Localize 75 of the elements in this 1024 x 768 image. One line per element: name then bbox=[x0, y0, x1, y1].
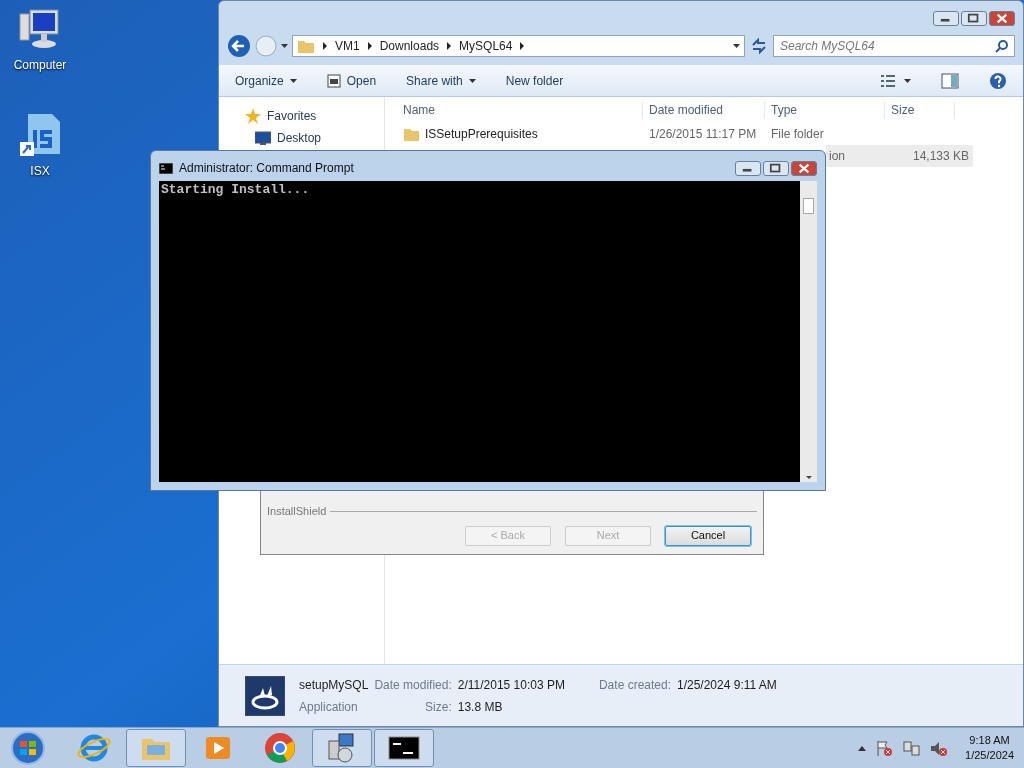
dialog-button[interactable]: Cancel bbox=[665, 525, 751, 546]
search-icon bbox=[995, 39, 1009, 53]
folder-icon bbox=[403, 126, 419, 142]
console-output: Starting Install... bbox=[161, 183, 311, 196]
column-header[interactable]: Date modified bbox=[643, 101, 765, 119]
brand-label: InstallShield bbox=[267, 504, 327, 519]
chrome-icon bbox=[263, 731, 297, 765]
toolbar-button[interactable]: Open bbox=[326, 71, 377, 90]
preview-pane-icon[interactable] bbox=[941, 72, 959, 89]
shortcut-icon[interactable] bbox=[18, 114, 62, 158]
file-type: Application bbox=[299, 698, 359, 716]
column-header[interactable]: Name bbox=[385, 101, 643, 119]
file-row[interactable]: ion 14,133 KB bbox=[826, 145, 973, 167]
view-options-icon[interactable] bbox=[880, 72, 896, 89]
chevron-icon bbox=[323, 42, 327, 50]
field-value: 13.8 MB bbox=[457, 698, 504, 716]
toolbar-button[interactable]: Organize bbox=[235, 71, 297, 90]
field-label: Date modified: bbox=[374, 676, 452, 694]
breadcrumb-item[interactable]: Downloads bbox=[379, 37, 440, 55]
file-date: 1/26/2015 11:17 PM bbox=[649, 127, 757, 141]
network-icon[interactable] bbox=[903, 739, 921, 757]
folder-icon bbox=[297, 38, 315, 54]
field-value: 1/25/2024 9:11 AM bbox=[677, 676, 777, 694]
start-button[interactable] bbox=[10, 730, 46, 766]
close-button[interactable] bbox=[791, 160, 817, 176]
caret-icon bbox=[904, 78, 911, 83]
field-value: 2/11/2015 10:03 PM bbox=[457, 676, 565, 694]
scroll-thumb[interactable] bbox=[803, 198, 814, 214]
caret-icon bbox=[733, 44, 740, 48]
desktop-icon-label[interactable]: Computer bbox=[13, 56, 67, 74]
help-icon[interactable] bbox=[989, 71, 1007, 90]
column-header[interactable]: Type bbox=[765, 101, 885, 119]
file-type: File folder bbox=[771, 127, 824, 141]
address-bar[interactable]: VM1 Downloads MySQL64 bbox=[292, 35, 745, 57]
toolbar-button[interactable]: New folder bbox=[505, 71, 564, 90]
toolbar-button[interactable]: Share with bbox=[406, 71, 476, 90]
caret-icon bbox=[289, 78, 297, 83]
column-header[interactable]: Size bbox=[885, 101, 955, 119]
application-icon bbox=[245, 675, 285, 716]
clock-time[interactable]: 9:18 AM bbox=[969, 733, 1010, 748]
back-icon[interactable] bbox=[227, 34, 251, 58]
maximize-button[interactable] bbox=[961, 11, 987, 26]
chevron-icon bbox=[447, 42, 452, 50]
file-row[interactable]: ISSetupPrerequisites 1/26/2015 11:17 PM File folder bbox=[385, 123, 1023, 145]
file-name: ISSetupPrerequisites bbox=[425, 126, 538, 143]
caret-icon bbox=[281, 44, 288, 48]
close-button[interactable] bbox=[989, 11, 1015, 26]
breadcrumb-item[interactable]: VM1 bbox=[335, 37, 360, 55]
maximize-button[interactable] bbox=[763, 160, 789, 176]
star-icon bbox=[245, 108, 261, 124]
caret-icon bbox=[805, 476, 812, 479]
chevron-icon bbox=[520, 42, 525, 50]
file-type: ion bbox=[829, 149, 845, 163]
nav-item[interactable]: Desktop bbox=[277, 129, 322, 147]
console-icon bbox=[159, 162, 173, 174]
desktop-icon-label[interactable]: ISX bbox=[30, 162, 50, 180]
window-title: Administrator: Command Prompt bbox=[179, 160, 355, 177]
field-label: Date created: bbox=[597, 676, 671, 694]
monitor-icon bbox=[255, 131, 271, 145]
nav-item[interactable]: Favorites bbox=[267, 107, 317, 125]
caret-icon bbox=[468, 78, 476, 83]
minimize-button[interactable] bbox=[735, 160, 761, 176]
minimize-button[interactable] bbox=[933, 11, 959, 26]
scrollbar[interactable] bbox=[800, 181, 817, 482]
window-icon bbox=[326, 73, 341, 88]
chevron-up-icon[interactable] bbox=[858, 745, 867, 751]
file-name: setupMySQL bbox=[299, 676, 369, 694]
search-field[interactable]: Search MySQL64 bbox=[773, 35, 1015, 57]
flag-icon[interactable] bbox=[876, 739, 894, 757]
file-size: 14,133 KB bbox=[912, 149, 969, 163]
taskbar-button[interactable] bbox=[374, 729, 434, 767]
field-label: Size: bbox=[424, 698, 452, 716]
breadcrumb-item[interactable]: MySQL64 bbox=[459, 37, 513, 55]
clock-date[interactable]: 1/25/2024 bbox=[965, 748, 1014, 763]
chevron-icon bbox=[367, 42, 372, 50]
